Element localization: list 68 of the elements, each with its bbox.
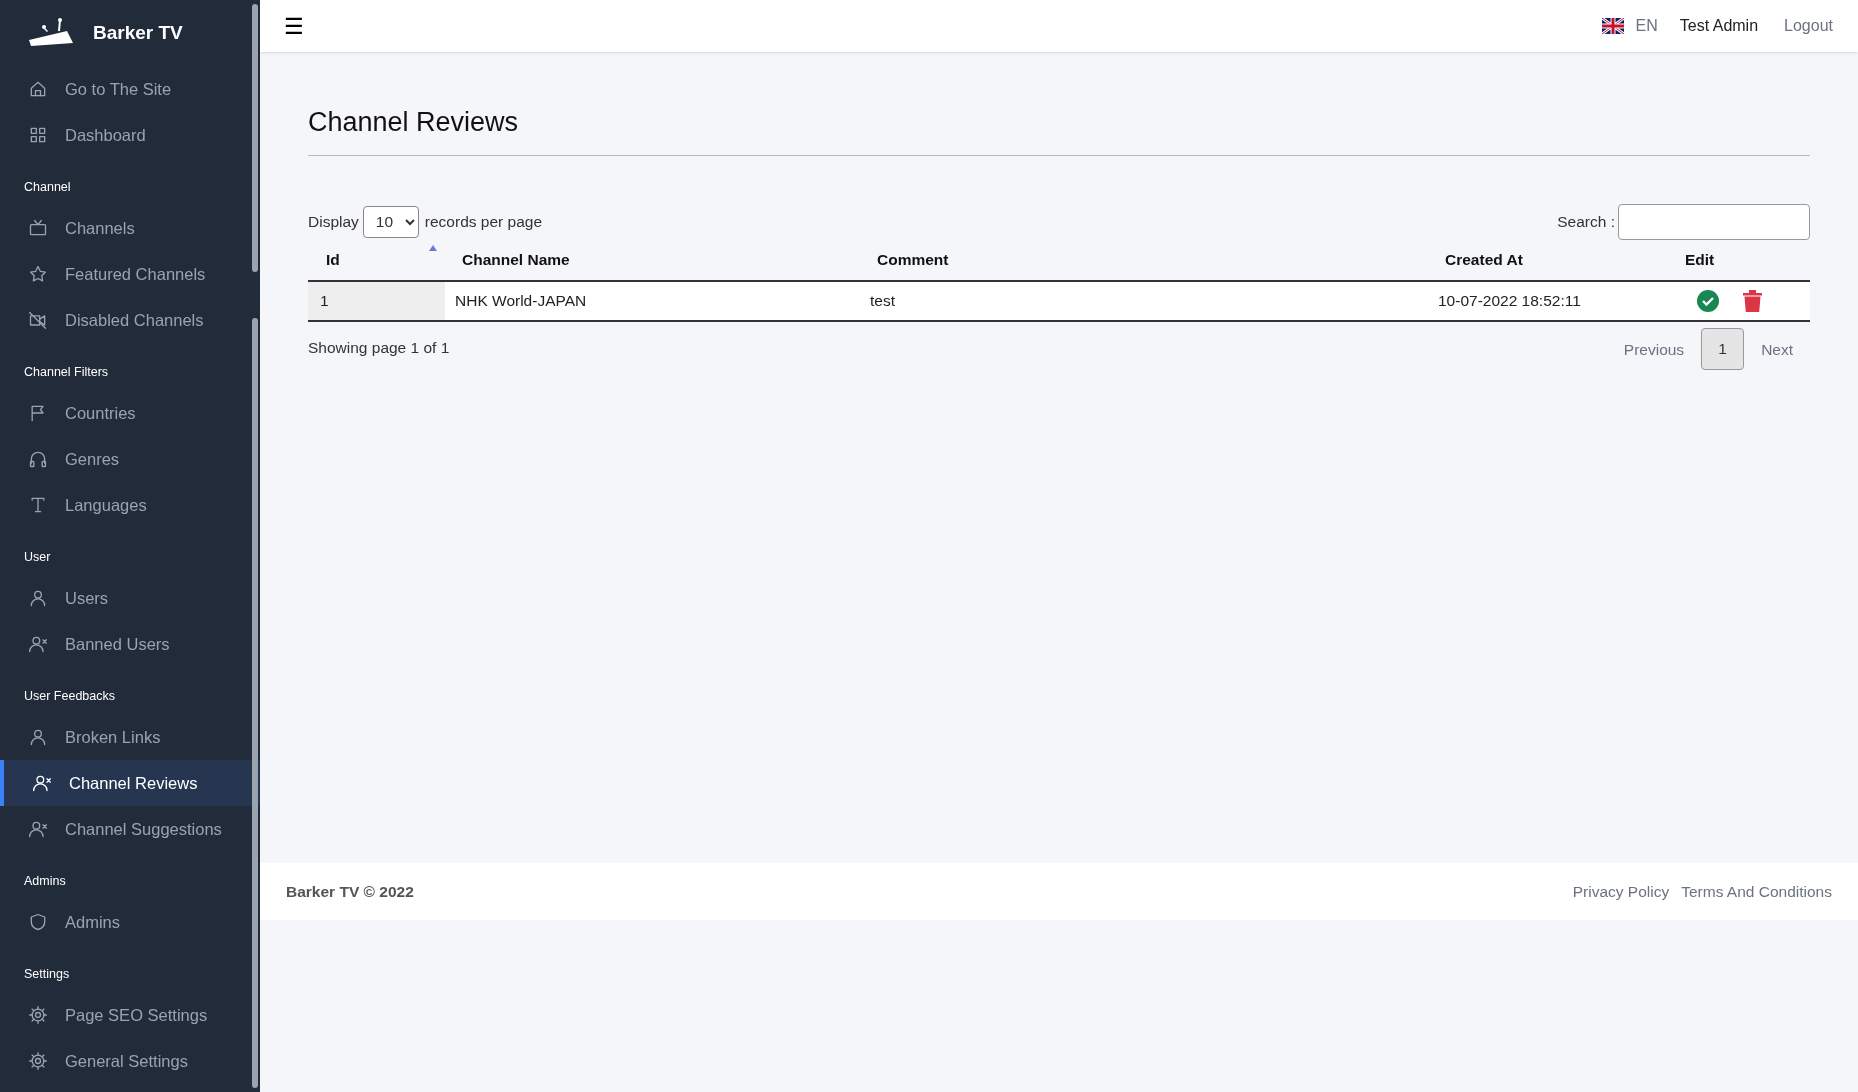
sidebar-item[interactable]: Users (0, 575, 260, 621)
uk-flag-icon[interactable] (1601, 18, 1624, 34)
check-circle-icon[interactable] (1697, 289, 1719, 312)
sidebar-item[interactable]: Channel Reviews (0, 760, 260, 806)
section-title: Channel Filters (24, 364, 109, 382)
section-title: User Feedbacks (24, 688, 115, 706)
page-size-select[interactable]: 10 (362, 205, 419, 238)
table-cell-text: NHK World-JAPAN (454, 290, 588, 311)
home-icon (28, 79, 48, 99)
shield-icon (28, 912, 48, 932)
scrollbar-thumb[interactable] (252, 318, 258, 1088)
grid-icon (28, 125, 48, 145)
user-x-icon (32, 773, 52, 793)
settings-icon (28, 1005, 48, 1025)
menu-button[interactable]: ☰ (284, 9, 304, 43)
settings-icon (28, 1051, 48, 1071)
section-title: Channel (24, 179, 71, 197)
table-cell: 1 (308, 281, 445, 320)
sidebar-item[interactable]: Dashboard (0, 112, 260, 158)
sidebar-item[interactable]: Admins (0, 899, 260, 945)
sidebar-item[interactable]: Banned Users (0, 621, 260, 667)
user-x-icon (28, 634, 48, 654)
table-cell-text: 10-07-2022 18:52:11 (1437, 290, 1582, 311)
sidebar-item[interactable]: General Settings (0, 1038, 260, 1084)
page-info: Showing page 1 of 1 (308, 337, 450, 358)
headphones-icon (28, 449, 48, 469)
table-cell-text: test (869, 290, 896, 311)
copyright-text: Barker TV © 2022 (286, 881, 414, 902)
user-icon (28, 588, 48, 608)
sidebar-item[interactable]: Countries (0, 390, 260, 436)
footer-link[interactable]: Terms And Conditions (1681, 879, 1832, 904)
column-header[interactable]: Id (308, 239, 445, 280)
sidebar-item[interactable]: Channels (0, 205, 260, 251)
user-icon (28, 727, 48, 747)
section-title: User (24, 549, 51, 567)
tv-icon (28, 218, 48, 238)
user-x-icon (28, 819, 48, 839)
sidebar-item[interactable]: Go to The Site (0, 66, 260, 112)
logout-link[interactable]: Logout (1784, 14, 1833, 38)
section-title: Admins (24, 873, 66, 891)
scrollbar-thumb[interactable] (252, 4, 258, 272)
search-field[interactable] (1618, 203, 1810, 240)
page-button[interactable]: 1 (1701, 327, 1745, 370)
trash-icon[interactable] (1743, 289, 1762, 312)
sidebar-item[interactable]: Channel Suggestions (0, 806, 260, 852)
column-header[interactable]: Comment (860, 239, 1400, 280)
video-off-icon (28, 310, 48, 330)
search-label: Search : (1557, 211, 1615, 232)
column-header[interactable]: Channel Name (445, 239, 860, 280)
sidebar-item[interactable]: Broken Links (0, 714, 260, 760)
sidebar-item[interactable]: Featured Channels (0, 251, 260, 297)
column-header[interactable]: Edit (1662, 239, 1810, 280)
footer-link[interactable]: Privacy Policy (1572, 879, 1670, 904)
language-link[interactable]: EN (1635, 14, 1658, 38)
sidebar-item[interactable]: Languages (0, 482, 260, 528)
column-header[interactable]: Created At (1400, 239, 1662, 280)
per-page-label: records per page (424, 211, 542, 232)
brand-name: Barker TV (93, 20, 183, 45)
star-icon (28, 264, 48, 284)
sidebar-item[interactable]: Page SEO Settings (0, 992, 260, 1038)
display-label: Display (308, 211, 359, 232)
user-name-link[interactable]: Test Admin (1679, 14, 1759, 38)
previous-link[interactable]: Previous (1606, 337, 1702, 361)
sidebar-item[interactable]: Disabled Channels (0, 297, 260, 343)
sidebar-item[interactable]: Genres (0, 436, 260, 482)
section-title: Settings (24, 966, 70, 984)
next-link[interactable]: Next (1744, 337, 1810, 361)
page-title: Channel Reviews (308, 102, 1810, 156)
